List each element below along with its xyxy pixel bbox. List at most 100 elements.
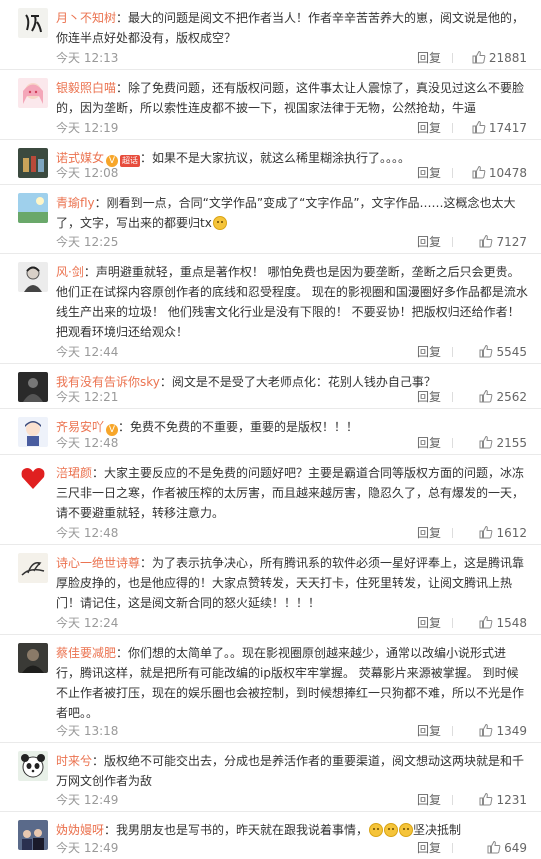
timestamp: 今天 13:18 [56, 724, 119, 738]
timestamp: 今天 12:25 [56, 235, 119, 249]
username-link[interactable]: 诺式媒女 [56, 151, 104, 165]
username-link[interactable]: 齐易安吖 [56, 420, 104, 434]
comment-body: ：刚看到一点，合同“文学作品”变成了“文字作品”，文字作品……这概念也太大了，文… [56, 196, 516, 230]
comment-item: 我有没有告诉你sky：阅文是不是受了大老师点化：花别人钱办自己事？ 今天 12:… [0, 364, 541, 409]
emoji-icon [384, 823, 399, 837]
comment-meta: 今天 12:48 回复 1612 [56, 525, 527, 541]
like-button[interactable]: 21881 [472, 50, 527, 66]
thumbs-up-icon [479, 723, 493, 737]
thumbs-up-icon [479, 792, 493, 806]
comment-body: ：如果不是大家抗议，就这么稀里糊涂执行了。。。。 [140, 151, 411, 165]
comment-meta: 今天 12:13 回复 21881 [56, 50, 527, 66]
like-button[interactable]: 1231 [479, 792, 527, 808]
username-link[interactable]: 风·剑 [56, 265, 84, 279]
user-avatar[interactable] [18, 643, 48, 673]
like-button[interactable]: 7127 [479, 234, 527, 250]
like-count: 1349 [496, 724, 527, 738]
comment-body: ：你们想的太简单了。。现在影视圈原创越来越少，通常以改编小说形式进行，腾讯这样，… [56, 646, 525, 720]
divider [452, 618, 453, 628]
comment-text: 诗心一绝世诗尊：为了表示抗争决心，所有腾讯系的软件必须一星好评奉上，这是腾讯靠厚… [56, 553, 529, 613]
comment-body: ：免费不免费的不重要，重要的是版权！！！ [118, 420, 359, 434]
comment-item: 蔡佳要减肥：你们想的太简单了。。现在影视圈原创越来越少，通常以改编小说形式进行，… [0, 635, 541, 743]
reply-button[interactable]: 回复 [417, 435, 441, 451]
user-avatar[interactable] [18, 751, 48, 781]
timestamp: 今天 12:19 [56, 121, 119, 135]
like-count: 10478 [488, 166, 527, 180]
like-button[interactable]: 10478 [472, 165, 527, 181]
comment-body: ：除了免费问题，还有版权问题，这件事太让人震惊了，真没见过这么不要脸的，因为垄断… [56, 81, 525, 115]
username-link[interactable]: 诗心一绝世诗尊 [56, 556, 140, 570]
comment-meta: 今天 13:18 回复 1349 [56, 723, 527, 739]
comment-item: 风·剑：声明避重就轻，重点是著作权！ 哪怕免费也是因为要垄断，垄断之后只会更贵。… [0, 254, 541, 364]
comment-meta: 今天 12:24 回复 1548 [56, 615, 527, 631]
timestamp: 今天 12:48 [56, 526, 119, 540]
like-button[interactable]: 2562 [479, 389, 527, 405]
like-count: 649 [504, 841, 527, 855]
reply-button[interactable]: 回复 [417, 525, 441, 541]
comment-body: ：阅文是不是受了大老师点化：花别人钱办自己事？ [159, 375, 436, 389]
username-link[interactable]: 妫妫嫚呀 [56, 823, 104, 837]
divider [452, 123, 453, 133]
like-button[interactable]: 1612 [479, 525, 527, 541]
comment-meta: 今天 12:25 回复 7127 [56, 234, 527, 250]
reply-button[interactable]: 回复 [417, 344, 441, 360]
user-avatar[interactable] [18, 262, 48, 292]
reply-button[interactable]: 回复 [417, 615, 441, 631]
username-link[interactable]: 青瑜fly [56, 196, 95, 210]
like-count: 5545 [496, 345, 527, 359]
like-button[interactable]: 1349 [479, 723, 527, 739]
like-count: 1612 [496, 526, 527, 540]
reply-button[interactable]: 回复 [417, 723, 441, 739]
timestamp: 今天 12:49 [56, 793, 119, 807]
username-link[interactable]: 银毅照白喵 [56, 81, 116, 95]
timestamp: 今天 12:21 [56, 390, 119, 404]
like-button[interactable]: 1548 [479, 615, 527, 631]
comment-text: 风·剑：声明避重就轻，重点是著作权！ 哪怕免费也是因为要垄断，垄断之后只会更贵。… [56, 262, 529, 342]
user-avatar[interactable] [18, 463, 48, 493]
username-link[interactable]: 蔡佳要减肥 [56, 646, 116, 660]
comment-text: 青瑜fly：刚看到一点，合同“文学作品”变成了“文字作品”，文字作品……这概念也… [56, 193, 529, 233]
reply-button[interactable]: 回复 [417, 389, 441, 405]
comment-text: 妫妫嫚呀：我男朋友也是写书的，昨天就在跟我说着事情， 坚决抵制 [56, 820, 529, 840]
comment-item: 齐易安吖 V ：免费不免费的不重要，重要的是版权！！！ 今天 12:48 回复 21… [0, 409, 541, 455]
comment-meta: 今天 12:08 回复 10478 [56, 165, 527, 181]
comment-body: ：声明避重就轻，重点是著作权！ 哪怕免费也是因为要垄断，垄断之后只会更贵。他们正… [56, 265, 528, 339]
user-avatar[interactable] [18, 372, 48, 402]
divider [452, 168, 453, 178]
like-count: 17417 [488, 121, 527, 135]
comment-text: 涪珺颜：大家主要反应的不是免费的问题好吧？主要是霸道合同等版权方面的问题，冰冻三… [56, 463, 529, 523]
like-button[interactable]: 17417 [472, 120, 527, 136]
user-avatar[interactable] [18, 417, 48, 447]
user-avatar[interactable] [18, 8, 48, 38]
reply-button[interactable]: 回复 [417, 165, 441, 181]
reply-button[interactable]: 回复 [417, 50, 441, 66]
timestamp: 今天 12:13 [56, 51, 119, 65]
username-link[interactable]: 我有没有告诉你sky [56, 375, 160, 389]
user-avatar[interactable] [18, 553, 48, 583]
like-count: 2562 [496, 390, 527, 404]
reply-button[interactable]: 回复 [417, 120, 441, 136]
like-button[interactable]: 5545 [479, 344, 527, 360]
timestamp: 今天 12:44 [56, 345, 119, 359]
thumbs-up-icon [479, 435, 493, 449]
username-link[interactable]: 月丶不知树 [56, 11, 116, 25]
reply-button[interactable]: 回复 [417, 792, 441, 808]
user-avatar[interactable] [18, 78, 48, 108]
divider [452, 795, 453, 805]
divider [452, 392, 453, 402]
username-link[interactable]: 涪珺颜 [56, 466, 92, 480]
comment-body: ：最大的问题是阅文不把作者当人！作者辛辛苦苦养大的崽，阅文说是他的，你连半点好处… [56, 11, 525, 45]
user-avatar[interactable] [18, 148, 48, 178]
user-avatar[interactable] [18, 193, 48, 223]
like-button[interactable]: 2155 [479, 435, 527, 451]
comment-item: 青瑜fly：刚看到一点，合同“文学作品”变成了“文字作品”，文字作品……这概念也… [0, 185, 541, 254]
user-avatar[interactable] [18, 820, 48, 850]
comment-text: 银毅照白喵：除了免费问题，还有版权问题，这件事太让人震惊了，真没见过这么不要脸的… [56, 78, 529, 118]
emoji-icon [369, 823, 384, 837]
thumbs-up-icon [472, 50, 486, 64]
divider [452, 53, 453, 63]
reply-button[interactable]: 回复 [417, 234, 441, 250]
username-link[interactable]: 时来兮 [56, 754, 92, 768]
like-count: 2155 [496, 436, 527, 450]
emoji-icon [212, 216, 227, 230]
